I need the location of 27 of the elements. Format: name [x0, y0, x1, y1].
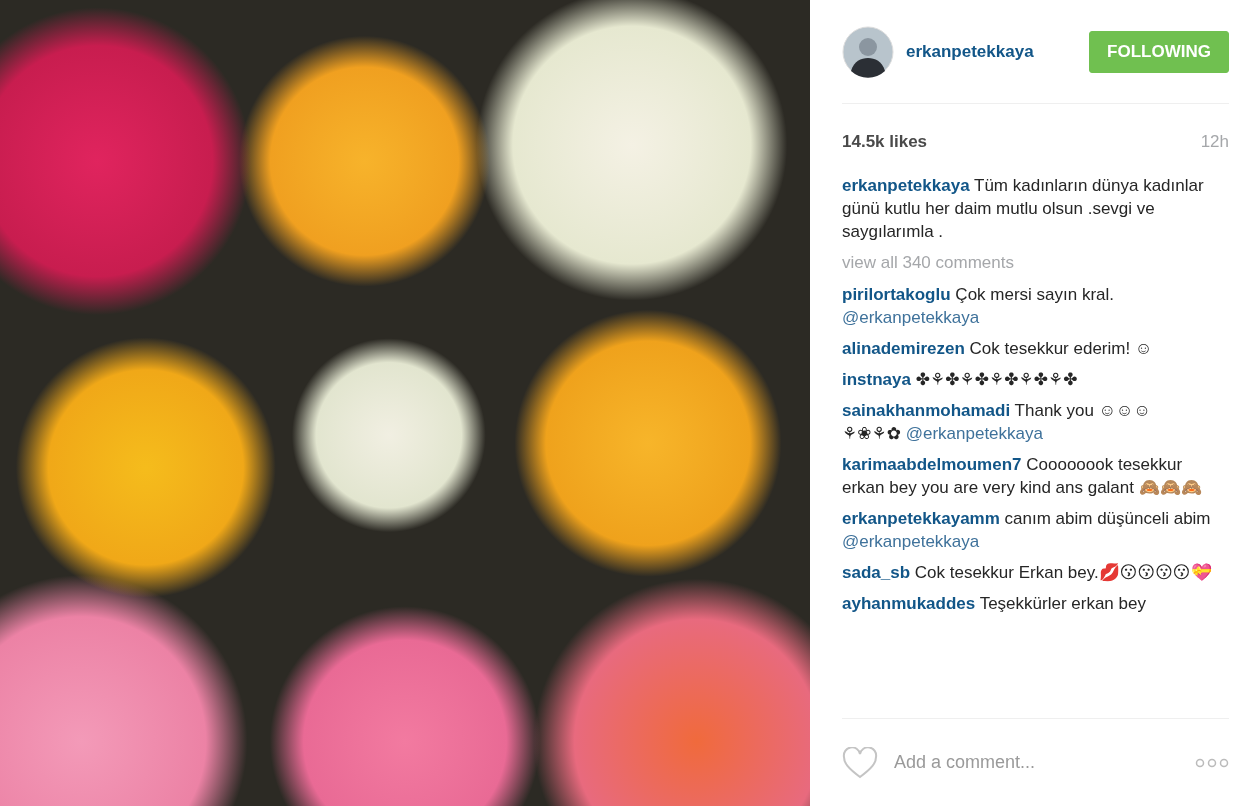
likes-count: 14.5k likes [842, 132, 928, 152]
mention-link[interactable]: @erkanpetekkaya [842, 308, 980, 327]
post-time: 12h [1200, 132, 1229, 152]
username-link[interactable]: sada_sb [842, 563, 911, 582]
username-link[interactable]: erkanpetekkaya [842, 176, 970, 195]
username-link[interactable]: sainakhanmohamadi [842, 401, 1011, 420]
more-options-icon[interactable] [1195, 757, 1229, 768]
avatar-icon[interactable] [842, 25, 894, 78]
username-link[interactable]: alinademirezen [842, 339, 965, 358]
username-link[interactable]: erkanpetekkayamm [842, 509, 1000, 528]
username-link[interactable]: erkanpetekkaya [906, 41, 1089, 62]
username-link[interactable]: pirilortakoglu [842, 285, 951, 304]
mention-link[interactable]: @erkanpetekkaya [842, 532, 980, 551]
comment-text: ayhanmukaddes Teşekkürler erkan bey [842, 593, 1147, 615]
username-link[interactable]: instnaya [842, 370, 911, 389]
mention-link[interactable]: @erkanpetekkaya [905, 424, 1043, 443]
comment-text: karimaabdelmoumen7 Coooooook tesekkur erkan bey you are very kind ans galant 🙈🙈🙈 [842, 454, 1203, 499]
comment-text: instnaya ✤⚘✤⚘✤⚘✤⚘✤⚘✤ [842, 369, 1079, 391]
comment-text: erkanpetekkayamm canım abim düşünceli abim @erkanpetekkaya [842, 508, 1212, 553]
heart-icon[interactable] [842, 746, 878, 779]
comment-text: sainakhanmohamadi Thank you ☺☺☺ ⚘❀⚘✿ @erkanpetekkaya [842, 400, 1152, 445]
post-caption: erkanpetekkaya Tüm kadınların dünya kadınlar günü kutlu her daim mutlu olsun .sevgi ve saygılarımla . [842, 175, 1205, 243]
comment-text: pirilortakoglu Çok mersi sayın kral. @erkanpetekkaya [842, 284, 1116, 329]
comment-text: sada_sb Cok tesekkur Erkan bey.💋😗😗😗😗💝 [842, 562, 1212, 584]
comment-text: alinademirezen Cok tesekkur ederim! ☺ [842, 338, 1154, 360]
username-link[interactable]: ayhanmukaddes [842, 594, 976, 613]
username-link[interactable]: karimaabdelmoumen7 [842, 455, 1022, 474]
